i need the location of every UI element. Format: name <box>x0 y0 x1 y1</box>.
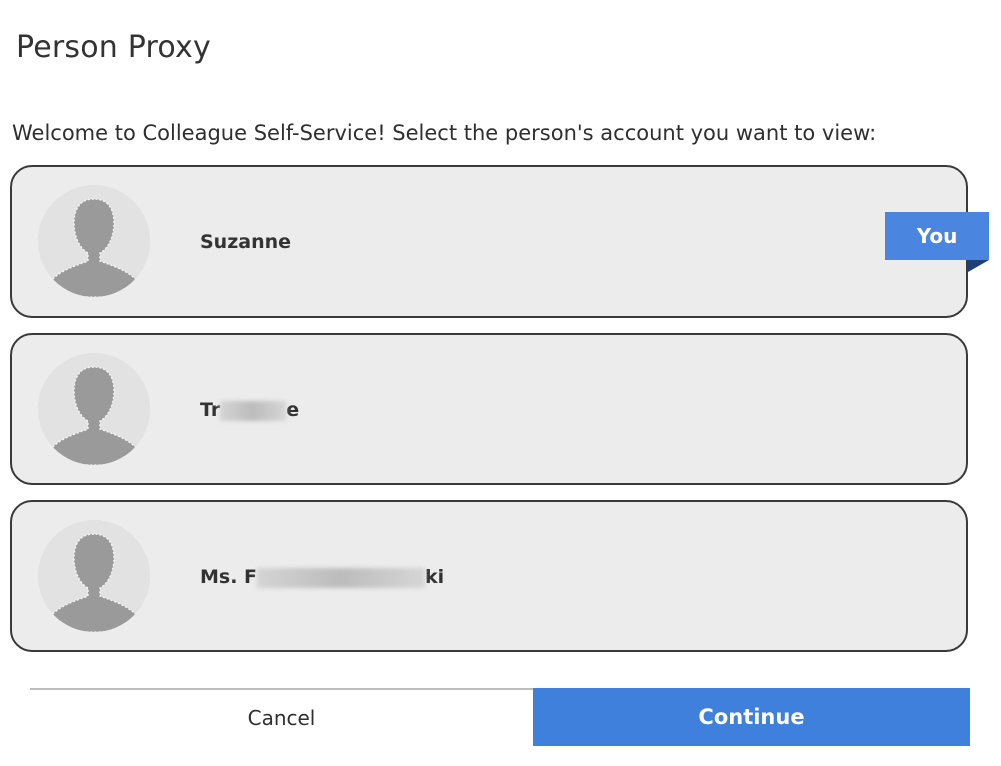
you-badge-fold <box>968 260 989 272</box>
redacted-name-block <box>220 400 287 421</box>
person-name-suffix: ki <box>425 566 445 588</box>
dialog-title: Person Proxy <box>16 30 211 65</box>
person-proxy-dialog: Person Proxy Welcome to Colleague Self-S… <box>0 0 1001 766</box>
person-avatar-icon <box>38 353 150 465</box>
dialog-prompt: Welcome to Colleague Self-Service! Selec… <box>12 121 877 145</box>
redacted-name-block <box>257 567 426 588</box>
person-name: Ms. F ki <box>200 566 444 588</box>
continue-button[interactable]: Continue <box>533 688 970 746</box>
person-name: Tr e <box>200 399 299 421</box>
person-name-prefix: Tr <box>200 399 221 421</box>
person-name: Suzanne <box>200 231 292 253</box>
person-avatar-icon <box>38 185 150 297</box>
person-avatar-icon <box>38 520 150 632</box>
you-badge: You <box>885 212 989 260</box>
person-name-suffix: e <box>286 399 300 421</box>
person-card-self[interactable]: Suzanne <box>10 165 968 318</box>
person-card[interactable]: Tr e <box>10 333 968 485</box>
person-card[interactable]: Ms. F ki <box>10 500 968 652</box>
person-name-prefix: Ms. F <box>200 566 258 588</box>
cancel-button[interactable]: Cancel <box>30 690 533 746</box>
